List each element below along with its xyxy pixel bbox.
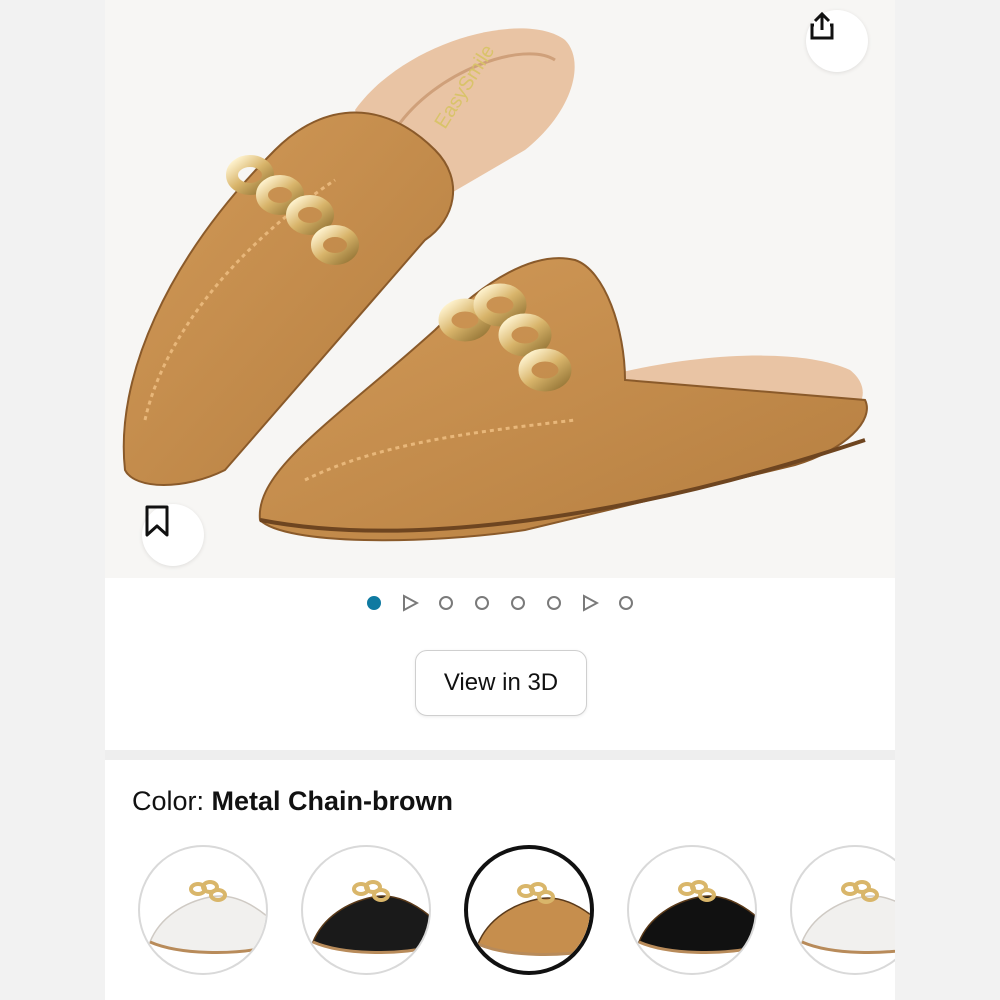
carousel-image-indicator[interactable]: [437, 594, 455, 612]
carousel-image-indicator[interactable]: [509, 594, 527, 612]
carousel-indicators: [105, 588, 895, 618]
carousel-video-indicator[interactable]: [581, 594, 599, 612]
share-button[interactable]: [806, 10, 868, 72]
save-button[interactable]: [142, 504, 204, 566]
carousel-image-indicator[interactable]: [617, 594, 635, 612]
share-icon: [810, 11, 834, 40]
color-selection: Color: Metal Chain-brown: [132, 786, 453, 817]
dot-icon: [367, 596, 381, 610]
shoe-photo: EasySmile: [122, 28, 868, 542]
dot-icon: [547, 596, 561, 610]
color-swatch-black-patent[interactable]: [627, 845, 757, 975]
shoe-thumbnail: [312, 880, 429, 954]
dot-icon: [475, 596, 489, 610]
play-icon: [403, 594, 419, 612]
carousel-image-indicator[interactable]: [365, 594, 383, 612]
shoe-thumbnail: [477, 882, 590, 956]
dot-icon: [619, 596, 633, 610]
color-label: Color:: [132, 786, 212, 816]
carousel-video-indicator[interactable]: [401, 594, 419, 612]
play-icon: [583, 594, 599, 612]
product-image[interactable]: EasySmile: [105, 0, 895, 578]
shoe-thumbnail: [801, 880, 895, 954]
bookmark-icon: [145, 505, 169, 537]
product-page: EasySmile View in 3D Color: Metal Chain-…: [105, 0, 895, 1000]
dot-icon: [439, 596, 453, 610]
dot-icon: [511, 596, 525, 610]
color-swatches: [105, 845, 895, 980]
view-in-3d-button[interactable]: View in 3D: [415, 650, 587, 716]
color-value: Metal Chain-brown: [211, 786, 454, 816]
color-swatch-brown[interactable]: [464, 845, 594, 975]
color-swatch-white[interactable]: [138, 845, 268, 975]
color-swatch-white[interactable]: [790, 845, 895, 975]
color-swatch-black[interactable]: [301, 845, 431, 975]
section-divider: [105, 750, 895, 760]
shoe-thumbnail: [638, 880, 755, 954]
carousel-image-indicator[interactable]: [545, 594, 563, 612]
carousel-image-indicator[interactable]: [473, 594, 491, 612]
shoe-thumbnail: [149, 880, 266, 954]
